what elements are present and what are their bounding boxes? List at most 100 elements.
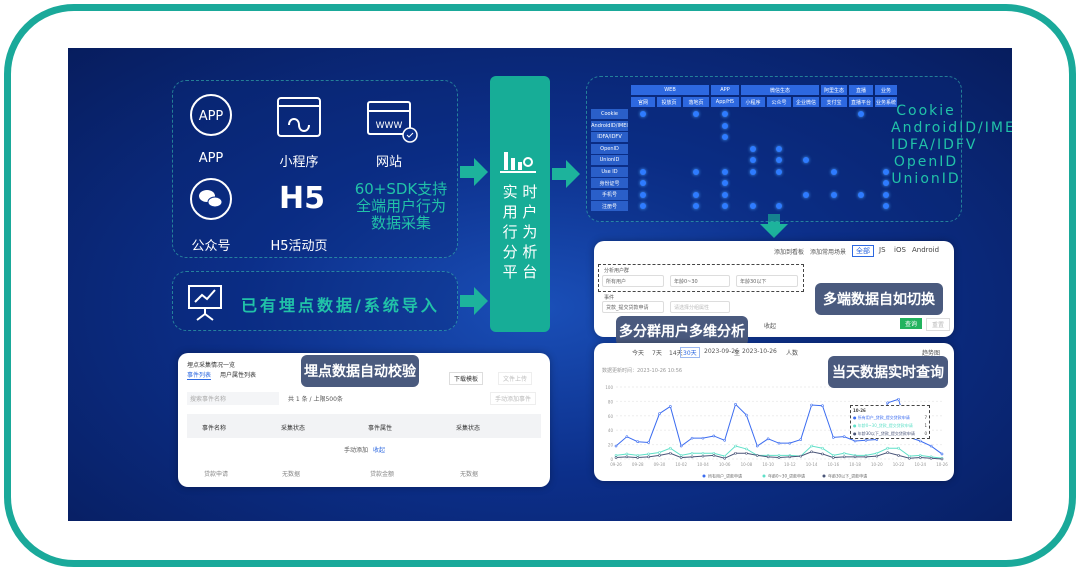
range-30d[interactable]: 30天	[680, 347, 700, 358]
tab-event-list[interactable]: 事件列表	[187, 370, 212, 380]
data-point	[723, 438, 726, 442]
data-point	[918, 456, 922, 459]
oneid-dot	[883, 168, 889, 175]
data-point	[614, 456, 618, 459]
data-point	[821, 452, 824, 456]
tab-all[interactable]: 全部	[852, 245, 874, 257]
oneid-header: 微信生态	[741, 85, 819, 95]
oneid-dot	[722, 134, 728, 140]
oneid-dot	[750, 157, 756, 163]
oneid-row-label: Cookie	[591, 109, 628, 119]
oneid-dot	[776, 145, 782, 152]
download-template-button[interactable]: 下载模板	[449, 372, 484, 385]
oneid-dot	[722, 122, 728, 129]
metric-select[interactable]: 人数	[786, 348, 798, 357]
tab-user-attr-list[interactable]: 用户属性列表	[220, 370, 256, 379]
group-select[interactable]: 年龄30以下	[736, 275, 798, 287]
oneid-dot	[722, 203, 728, 209]
event-search-input[interactable]: 搜索事件名称	[187, 392, 279, 405]
add-event-button[interactable]: 手动添加事件	[490, 392, 537, 405]
query-button[interactable]: 查询	[900, 318, 923, 329]
data-point	[658, 412, 661, 415]
data-point	[864, 455, 868, 459]
group-select[interactable]: 年龄0~30	[670, 275, 730, 287]
range-today[interactable]: 今天	[632, 348, 644, 357]
website-icon: WWW	[367, 101, 418, 143]
oneid-dot	[776, 203, 782, 209]
oneid-dot	[858, 111, 864, 117]
import-panel: 已有埋点数据/系统导入	[172, 271, 458, 331]
y-tick-label: 20	[608, 443, 614, 448]
data-point	[842, 435, 846, 438]
data-point	[679, 454, 683, 457]
legend-marker	[762, 474, 766, 478]
x-tick-label: 10-18	[849, 462, 861, 467]
data-point	[625, 435, 629, 438]
tab-android[interactable]: Android	[912, 246, 939, 254]
data-point	[712, 454, 716, 457]
reset-button[interactable]: 重置	[926, 318, 951, 331]
arrow-head	[474, 287, 488, 315]
data-sources-panel: APP WWW APP 小程序 网站 H5 公众号 H5活动页 60+SDK支持…	[172, 80, 458, 258]
fold-link[interactable]: 收起	[373, 445, 385, 454]
oneid-dot	[803, 157, 809, 163]
oneid-row-label: AndroidID/IMEI	[591, 120, 628, 131]
data-point	[799, 438, 803, 441]
oneid-subheader: 企业微信	[793, 97, 819, 107]
data-point	[734, 402, 737, 406]
tooltip-item-value: 7	[924, 415, 927, 420]
data-point	[788, 455, 792, 459]
range-7d[interactable]: 7天	[652, 348, 662, 357]
data-point	[647, 452, 650, 456]
event-select[interactable]: 贷款_提交贷款申请	[602, 301, 664, 313]
data-point	[777, 441, 781, 445]
data-point	[723, 456, 726, 460]
collapse-link[interactable]: 收起	[764, 321, 776, 330]
attr-select[interactable]: 请选择分组属性	[670, 301, 730, 313]
oneid-dot	[722, 168, 728, 175]
data-point	[712, 451, 716, 455]
data-point	[832, 456, 835, 459]
data-point	[918, 454, 922, 457]
column-header: 事件属性	[368, 425, 393, 432]
data-point	[745, 451, 748, 455]
data-point	[940, 452, 944, 456]
oneid-subheader: 支付宝	[821, 97, 847, 107]
platform-text: 行 为	[502, 223, 538, 241]
oneid-dot	[776, 157, 782, 163]
app-icon: APP	[190, 94, 232, 136]
file-upload-button[interactable]: 文件上传	[498, 372, 533, 385]
data-point	[712, 434, 716, 438]
oneid-row-label: 手机号	[591, 189, 628, 200]
x-tick-label: 10-24	[914, 462, 926, 467]
legend-marker	[822, 474, 826, 478]
oneid-dot	[750, 203, 756, 209]
tab-ios[interactable]: iOS	[894, 246, 906, 254]
data-point	[810, 450, 813, 454]
data-point	[875, 451, 879, 455]
group-select[interactable]: 所有用户	[602, 275, 664, 287]
oneid-dot	[640, 111, 646, 117]
platform-text: 用 户	[502, 203, 538, 221]
data-point	[886, 451, 889, 454]
x-tick-label: 09-26	[610, 462, 622, 467]
data-point	[636, 454, 640, 457]
oneid-row-label: UnionID	[591, 155, 628, 165]
oneid-dot	[693, 111, 699, 117]
data-point	[658, 451, 661, 454]
y-tick-label: 60	[608, 414, 614, 419]
add-scene-button[interactable]: 添加常用场景	[810, 247, 846, 256]
x-tick-label: 10-04	[697, 462, 709, 467]
tab-js[interactable]: JS	[879, 246, 886, 254]
date-to[interactable]: 2023-10-26	[742, 348, 777, 355]
data-point	[886, 401, 889, 405]
oneid-row-label: IDFA/IDFV	[591, 132, 628, 142]
data-point	[723, 454, 726, 458]
x-tick-label: 10-22	[893, 462, 905, 467]
data-point	[690, 451, 694, 455]
add-dashboard-button[interactable]: 添加到看板	[774, 247, 804, 256]
data-point	[636, 456, 640, 459]
table-cell: 贷款申请	[204, 471, 229, 478]
data-point	[755, 454, 759, 457]
data-point	[766, 455, 770, 459]
